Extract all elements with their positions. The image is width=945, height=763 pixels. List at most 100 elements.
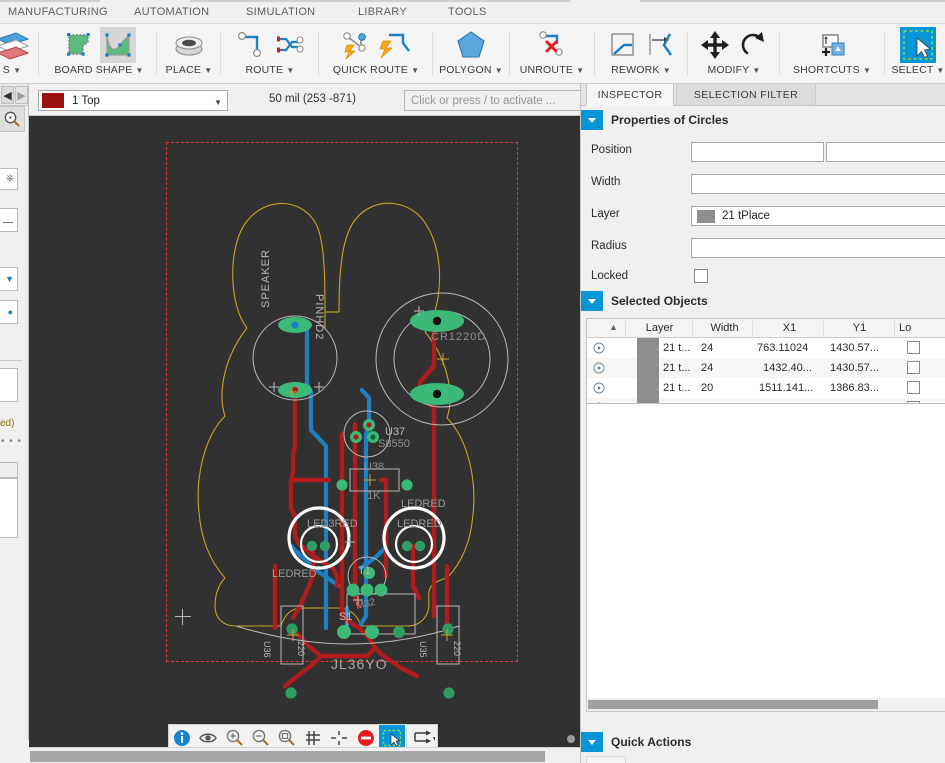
- column-header-locked[interactable]: Lo: [899, 319, 939, 338]
- left-frag-help-field[interactable]: ⎈: [0, 168, 18, 190]
- select-icon[interactable]: [900, 27, 936, 63]
- chevron-down-icon-place[interactable]: ▼: [204, 66, 212, 75]
- ribbon-group-rework[interactable]: REWORK ▼: [596, 24, 686, 84]
- column-header-y1[interactable]: Y1: [827, 319, 892, 338]
- rework-bend-icon[interactable]: [642, 27, 678, 63]
- nav-back-button[interactable]: ◀: [1, 86, 14, 104]
- selected-objects-section-header[interactable]: Selected Objects: [581, 291, 945, 311]
- table-row[interactable]: 21 t... 24 1432.40... 1430.57...: [587, 358, 945, 378]
- rework-miter-icon[interactable]: [604, 27, 640, 63]
- left-frag-combo-2[interactable]: ●: [0, 300, 18, 324]
- chevron-down-icon-layers[interactable]: ▼: [13, 66, 21, 75]
- grid-icon[interactable]: [300, 725, 326, 747]
- chevron-down-icon-left-1[interactable]: ▼: [5, 274, 14, 284]
- position-y-input[interactable]: [826, 142, 945, 162]
- canvas-vertical-scroll-marker[interactable]: [567, 735, 575, 743]
- polygon-icon[interactable]: [453, 27, 489, 63]
- left-frag-table-body[interactable]: [0, 478, 18, 538]
- collapse-toggle-quick-actions[interactable]: [581, 732, 603, 752]
- select-box-icon[interactable]: [379, 725, 405, 747]
- selected-objects-table-body-fill[interactable]: [586, 404, 945, 699]
- cell-locked-checkbox[interactable]: [907, 341, 920, 354]
- route-ripup-pair-icon[interactable]: [271, 27, 307, 63]
- collapse-toggle-selected-objects[interactable]: [581, 291, 603, 311]
- left-frag-textarea[interactable]: [0, 368, 18, 402]
- ribbon-group-select[interactable]: SELECT ▼: [886, 24, 945, 84]
- column-header-layer[interactable]: Layer: [627, 319, 692, 338]
- scrollbar-thumb[interactable]: [588, 700, 878, 709]
- chevron-down-icon-modify[interactable]: ▼: [752, 66, 760, 75]
- quick-route-selected-icon[interactable]: [377, 27, 413, 63]
- left-frag-combo-1[interactable]: ▼: [0, 267, 18, 291]
- chevron-down-icon-polygon[interactable]: ▼: [495, 66, 503, 75]
- collapse-toggle-properties[interactable]: [581, 110, 603, 130]
- scrollbar-thumb[interactable]: [30, 751, 545, 762]
- info-icon[interactable]: [169, 725, 195, 747]
- chevron-down-icon-rework[interactable]: ▼: [663, 66, 671, 75]
- shortcuts-icon[interactable]: [814, 27, 850, 63]
- chevron-down-icon-quick-route[interactable]: ▼: [411, 66, 419, 75]
- canvas-horizontal-scrollbar[interactable]: [29, 747, 580, 763]
- ribbon-tab-manufacturing[interactable]: MANUFACTURING: [2, 0, 114, 24]
- ribbon-group-shortcuts[interactable]: SHORTCUTS ▼: [781, 24, 883, 84]
- ribbon-group-layers[interactable]: S ▼: [0, 24, 38, 84]
- chevron-down-icon-layer[interactable]: ▼: [214, 98, 222, 107]
- visibility-icon[interactable]: [195, 725, 221, 747]
- ribbon-tab-library[interactable]: LIBRARY: [352, 0, 413, 24]
- chevron-down-icon-route[interactable]: ▼: [286, 66, 294, 75]
- ribbon-tab-automation[interactable]: AUTOMATION: [128, 0, 215, 24]
- ribbon-group-modify[interactable]: MODIFY ▼: [689, 24, 779, 84]
- sort-indicator-icon[interactable]: ▲: [609, 322, 618, 332]
- properties-section-header[interactable]: Properties of Circles: [581, 110, 945, 130]
- no-entry-icon[interactable]: [353, 725, 379, 747]
- place-component-icon[interactable]: [171, 27, 207, 63]
- layers-icon[interactable]: [0, 27, 30, 63]
- search-zoom-icon[interactable]: [0, 106, 25, 132]
- nav-forward-button[interactable]: ▶: [15, 86, 28, 104]
- column-header-width[interactable]: Width: [697, 319, 752, 338]
- tab-inspector[interactable]: INSPECTOR: [586, 84, 674, 106]
- quick-actions-section-header[interactable]: Quick Actions: [581, 732, 945, 752]
- ribbon-group-place[interactable]: PLACE ▼: [158, 24, 220, 84]
- ribbon-group-board-shape[interactable]: BOARD SHAPE ▼: [40, 24, 158, 84]
- table-row[interactable]: 21 t... 24 763.11024 1430.57...: [587, 338, 945, 358]
- active-layer-select[interactable]: 1 Top ▼: [38, 90, 228, 111]
- board-shape-curve-icon[interactable]: [100, 27, 136, 63]
- zoom-fit-icon[interactable]: [274, 725, 300, 747]
- chevron-down-icon-unroute[interactable]: ▼: [576, 66, 584, 75]
- route-trace-icon[interactable]: [233, 27, 269, 63]
- board-shape-outline-icon[interactable]: [62, 27, 98, 63]
- zoom-out-icon[interactable]: [248, 725, 274, 747]
- measure-icon[interactable]: ▼: [408, 725, 437, 747]
- move-icon[interactable]: [697, 27, 733, 63]
- position-x-input[interactable]: [691, 142, 824, 162]
- table-row[interactable]: 21 t... 20 1511.141... 1386.83...: [587, 378, 945, 398]
- width-select[interactable]: ▼: [691, 174, 945, 194]
- tab-selection-filter[interactable]: SELECTION FILTER: [676, 84, 816, 106]
- cell-locked-checkbox[interactable]: [907, 361, 920, 374]
- left-frag-value-field[interactable]: —: [0, 208, 18, 232]
- ribbon-group-quick-route[interactable]: QUICK ROUTE ▼: [320, 24, 432, 84]
- ribbon-tab-tools[interactable]: TOOLS: [442, 0, 493, 24]
- pcb-canvas[interactable]: SPEAKER PINHD2 CR1220D U37 S8550 U38 1K …: [29, 116, 580, 747]
- cell-locked-checkbox[interactable]: [907, 381, 920, 394]
- ribbon-group-polygon[interactable]: POLYGON ▼: [434, 24, 508, 84]
- chevron-down-icon-shortcuts[interactable]: ▼: [863, 66, 871, 75]
- ribbon-tab-simulation[interactable]: SIMULATION: [240, 0, 321, 24]
- command-input[interactable]: Click or press / to activate ... ▼: [404, 90, 597, 111]
- chevron-down-icon-board-shape[interactable]: ▼: [136, 66, 144, 75]
- quick-route-all-icon[interactable]: [339, 27, 375, 63]
- ribbon-group-unroute[interactable]: UNROUTE ▼: [511, 24, 593, 84]
- unroute-icon[interactable]: [534, 27, 570, 63]
- chevron-down-icon-left-2[interactable]: ●: [8, 307, 13, 317]
- radius-input[interactable]: [691, 238, 945, 258]
- crosshair-icon[interactable]: [326, 725, 352, 747]
- layer-select[interactable]: 21 tPlace ▼: [691, 206, 945, 226]
- selected-objects-horizontal-scrollbar[interactable]: [586, 698, 945, 712]
- chevron-down-icon-select[interactable]: ▼: [936, 66, 944, 75]
- locked-checkbox[interactable]: [694, 269, 708, 283]
- column-header-x1[interactable]: X1: [757, 319, 822, 338]
- zoom-in-icon[interactable]: [221, 725, 247, 747]
- ribbon-group-route[interactable]: ROUTE ▼: [222, 24, 318, 84]
- rotate-icon[interactable]: [735, 27, 771, 63]
